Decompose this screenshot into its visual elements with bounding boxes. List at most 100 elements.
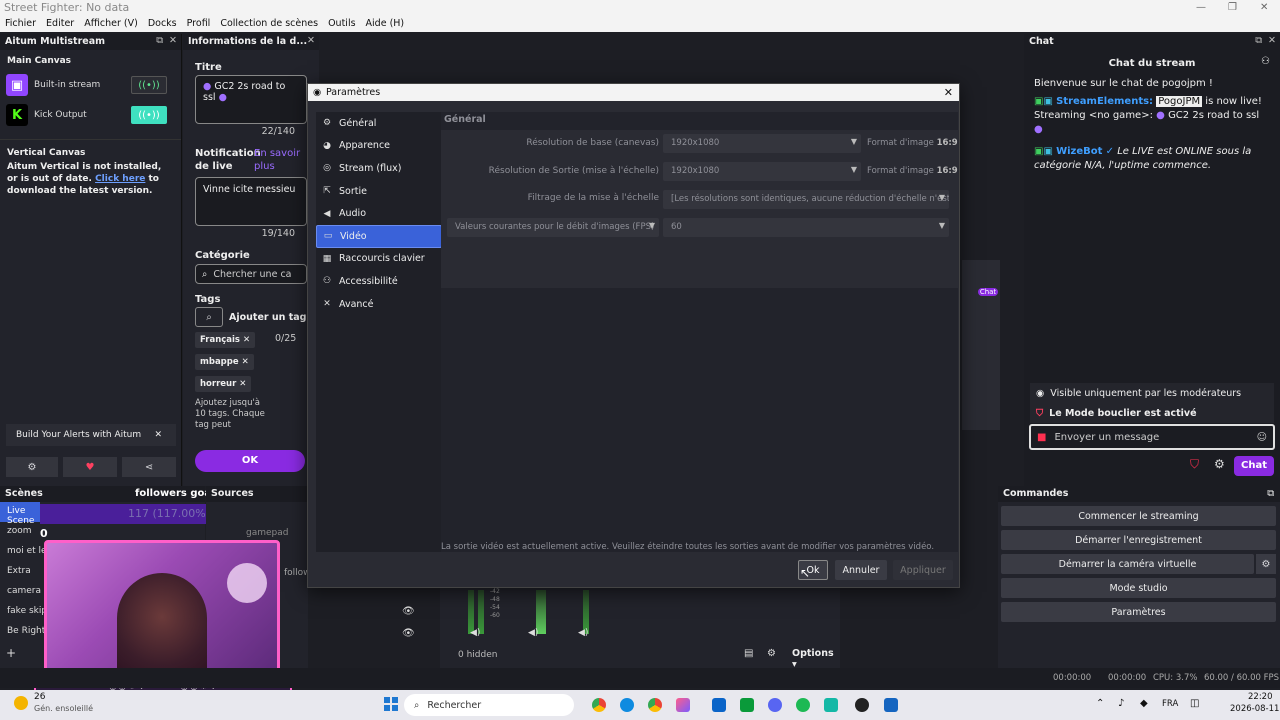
copilot-icon[interactable] xyxy=(676,698,690,712)
click-here-link[interactable]: Click here xyxy=(95,174,145,184)
users-icon[interactable]: ⚇ xyxy=(1261,56,1270,67)
spotify-icon[interactable] xyxy=(796,698,810,712)
nav-stream[interactable]: ◎ Stream (flux) xyxy=(316,157,442,180)
donate-button[interactable]: ♥ xyxy=(63,457,117,477)
gear-icon[interactable]: ⚙ xyxy=(767,648,776,659)
filter-combo[interactable]: [Les résolutions sont identiques, aucune… xyxy=(663,190,949,209)
tag-chip[interactable]: horreur ✕ xyxy=(195,376,252,392)
close-icon[interactable]: ✕ xyxy=(307,35,315,46)
close-icon[interactable]: ✕ xyxy=(154,430,162,440)
build-alerts-banner[interactable]: Build Your Alerts with Aitum ✕ xyxy=(6,424,176,446)
tag-chip[interactable]: Français ✕ xyxy=(195,332,256,348)
virtual-camera-button[interactable]: Démarrer la caméra virtuelle xyxy=(1001,554,1254,574)
start-recording-button[interactable]: Démarrer l'enregistrement xyxy=(1001,530,1276,550)
float-icon[interactable]: ⧉ xyxy=(1267,488,1274,499)
chrome-icon[interactable] xyxy=(648,698,662,712)
chevron-down-icon: ▼ xyxy=(938,221,945,230)
menu-fichier[interactable]: Fichier xyxy=(0,16,41,32)
tag-chip[interactable]: mbappe ✕ xyxy=(195,354,254,370)
menu-profil[interactable]: Profil xyxy=(182,16,216,32)
notif-input[interactable]: Vinne icite messieu xyxy=(195,177,307,226)
menu-collection[interactable]: Collection de scènes xyxy=(215,16,323,32)
taskbar-search[interactable]: ⌕ Rechercher xyxy=(404,694,574,716)
share-button[interactable]: ⋖ xyxy=(122,457,176,477)
dock-title: Informations de la d... xyxy=(188,36,308,47)
cancel-button[interactable]: Annuler xyxy=(835,560,887,580)
fps-value-combo[interactable]: 60 ▼ xyxy=(663,218,949,237)
obs-icon[interactable] xyxy=(855,698,869,712)
title-input[interactable]: ● GC2 2s road to ssl ● xyxy=(195,75,307,124)
close-icon[interactable]: ✕ xyxy=(944,86,953,99)
emoji-icon[interactable]: ☺ xyxy=(1257,432,1267,443)
nav-advanced[interactable]: ✕ Avancé xyxy=(316,293,442,316)
chat-text: GC2 2s road to ssl xyxy=(1168,110,1260,121)
eye-icon[interactable]: 👁 xyxy=(402,628,415,639)
maximize-icon[interactable]: ❐ xyxy=(1228,2,1237,13)
palette-icon: ◕ xyxy=(323,140,331,151)
add-scene-icon[interactable]: + xyxy=(6,646,16,660)
eye-icon[interactable]: 👁 xyxy=(402,606,415,617)
nav-accessibility[interactable]: ⚇ Accessibilité xyxy=(316,270,442,293)
ok-button[interactable]: OK xyxy=(195,450,305,472)
chat-username[interactable]: WizeBot xyxy=(1056,146,1102,157)
stream-toggle[interactable]: ((•)) xyxy=(131,106,167,124)
speaker-icon[interactable]: ◀) xyxy=(470,628,480,638)
chat-input[interactable]: ■ Envoyer un message ☺ xyxy=(1029,424,1275,450)
menu-editer[interactable]: Editer xyxy=(41,16,79,32)
learn-more-link[interactable]: En savoir plus xyxy=(254,147,304,173)
start-streaming-button[interactable]: Commencer le streaming xyxy=(1001,506,1276,526)
menu-docks[interactable]: Docks xyxy=(143,16,182,32)
search-icon[interactable]: ⌕ xyxy=(195,307,223,327)
language-indicator[interactable]: FRA xyxy=(1162,699,1178,709)
category-search[interactable]: ⌕ Chercher une ca xyxy=(195,264,307,284)
chevron-up-icon[interactable]: ⌃ xyxy=(1096,698,1104,709)
apply-button[interactable]: Appliquer xyxy=(893,560,953,580)
gear-icon[interactable]: ⚙ xyxy=(1214,457,1225,471)
network-icon[interactable]: ◫ xyxy=(1190,698,1199,709)
speaker-icon[interactable]: ◀) xyxy=(578,628,588,638)
close-icon[interactable]: ✕ xyxy=(1268,35,1276,46)
app-tray-icon[interactable]: ◆ xyxy=(1140,698,1148,709)
gear-icon[interactable]: ⚙ xyxy=(1256,554,1276,574)
chrome-icon[interactable] xyxy=(592,698,606,712)
outlook-icon[interactable] xyxy=(712,698,726,712)
shield-icon[interactable]: ⛉ xyxy=(1190,457,1199,472)
fps-type-combo[interactable]: Valeurs courantes pour le débit d'images… xyxy=(447,218,659,237)
chat-welcome: Bienvenue sur le chat de pogojpm ! xyxy=(1034,78,1213,89)
close-icon[interactable]: ✕ xyxy=(169,35,177,46)
studio-mode-button[interactable]: Mode studio xyxy=(1001,578,1276,598)
speaker-icon[interactable]: ◀) xyxy=(528,628,538,638)
layout-icon[interactable]: ▤ xyxy=(744,648,753,659)
add-tag-button[interactable]: Ajouter un tag xyxy=(229,312,306,323)
nav-output[interactable]: ⇱ Sortie xyxy=(316,180,442,203)
edge-icon[interactable] xyxy=(620,698,634,712)
source-item[interactable]: gamepad xyxy=(246,528,288,538)
menu-afficher[interactable]: Afficher (V) xyxy=(79,16,143,32)
scene-item[interactable]: Live Scene xyxy=(0,502,40,526)
options-button[interactable]: Options ▾ xyxy=(792,648,840,670)
chat-username[interactable]: StreamElements: xyxy=(1056,96,1153,107)
nav-audio[interactable]: ◀ Audio xyxy=(316,202,442,225)
menu-outils[interactable]: Outils xyxy=(323,16,360,32)
menu-aide[interactable]: Aide (H) xyxy=(361,16,410,32)
float-icon[interactable]: ⧉ xyxy=(156,35,163,46)
settings-button[interactable]: ⚙ xyxy=(6,457,58,477)
nav-appearance[interactable]: ◕ Apparence xyxy=(316,135,442,158)
close-icon[interactable]: ✕ xyxy=(1260,2,1268,13)
mic-icon[interactable]: ♪ xyxy=(1118,698,1124,709)
out-res-combo[interactable]: 1920x1080 ▼ xyxy=(663,162,861,181)
float-icon[interactable]: ⧉ xyxy=(1255,35,1262,46)
stream-toggle[interactable]: ((•)) xyxy=(131,76,167,94)
chat-send-button[interactable]: Chat xyxy=(1234,456,1274,476)
windows-start-icon[interactable] xyxy=(384,697,398,711)
discord-icon[interactable] xyxy=(768,698,782,712)
nav-hotkeys[interactable]: ▦ Raccourcis clavier xyxy=(316,248,442,271)
app-icon[interactable] xyxy=(824,698,838,712)
nav-video[interactable]: ▭ Vidéo xyxy=(316,224,442,248)
settings-button[interactable]: Paramètres xyxy=(1001,602,1276,622)
nav-general[interactable]: ⚙ Général xyxy=(316,112,442,135)
minimize-icon[interactable]: — xyxy=(1196,2,1206,13)
app-icon[interactable] xyxy=(740,698,754,712)
app-icon[interactable] xyxy=(884,698,898,712)
base-res-combo[interactable]: 1920x1080 ▼ xyxy=(663,134,861,153)
